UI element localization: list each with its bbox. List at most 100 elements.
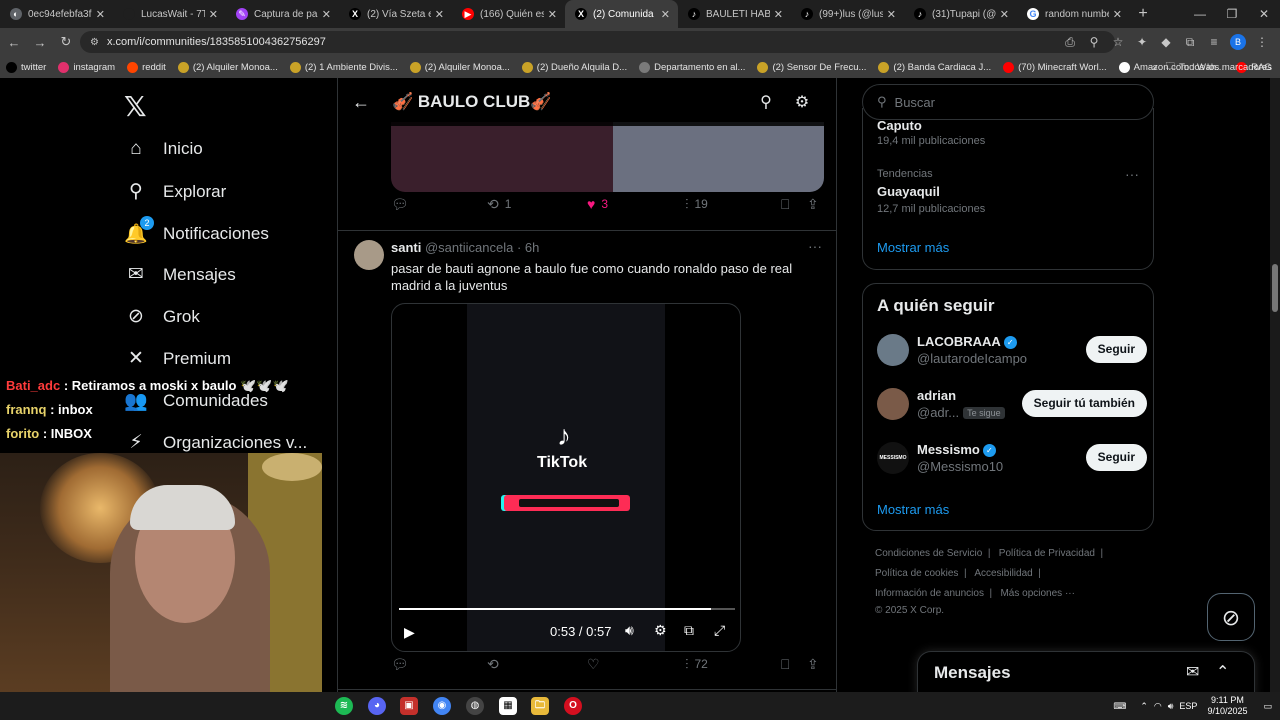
bookmark-item[interactable]: twitter: [6, 61, 46, 73]
notification-icon[interactable]: ▭: [1263, 701, 1272, 712]
close-tab-icon[interactable]: ✕: [1000, 8, 1009, 21]
footer-link[interactable]: Política de cookies: [875, 568, 958, 579]
footer-link[interactable]: Información de anuncios: [875, 588, 984, 599]
follow-suggestion[interactable]: adrian @adr... Te sigue Seguir tú también: [877, 388, 1147, 428]
more-options-link[interactable]: Más opciones ···: [1000, 588, 1074, 599]
install-icon[interactable]: ⎙: [1058, 35, 1082, 50]
browser-tab[interactable]: ✎ Captura de panta... ✕: [226, 0, 339, 28]
address-bar[interactable]: ⚙ x.com/i/communities/183585100436275629…: [80, 31, 1115, 53]
search-input[interactable]: ⚲ Buscar: [862, 84, 1154, 120]
close-tab-icon[interactable]: ✕: [96, 8, 105, 21]
follow-button[interactable]: Seguir: [1085, 444, 1147, 471]
language-indicator[interactable]: ESP: [1179, 701, 1197, 711]
media-image[interactable]: [613, 122, 824, 192]
avatar[interactable]: [877, 334, 909, 366]
close-tab-icon[interactable]: ✕: [435, 8, 444, 21]
profile-avatar[interactable]: B: [1230, 34, 1246, 50]
sidebar-item-explorar[interactable]: ⚲ Explorar: [124, 180, 226, 203]
reply-button[interactable]: 💬︎: [391, 656, 415, 673]
picture-in-picture-icon[interactable]: ⧉: [684, 622, 694, 639]
user-name[interactable]: Messismo ✓: [917, 442, 996, 457]
forward-icon[interactable]: →: [28, 35, 52, 50]
extensions-puzzle-icon[interactable]: ⧉: [1178, 35, 1202, 50]
media-image[interactable]: [391, 122, 613, 192]
browser-tab[interactable]: LucasWait - 7TV ✕: [113, 0, 226, 28]
sidebar-item-notificaciones[interactable]: 🔔 2 Notificaciones: [124, 216, 269, 246]
retweet-button[interactable]: ⟲ 1: [487, 196, 511, 213]
views-button[interactable]: ⫶ 72: [685, 656, 708, 673]
avatar[interactable]: [877, 388, 909, 420]
kebab-menu-icon[interactable]: ⋮: [1250, 35, 1274, 49]
volume-icon[interactable]: 🔊︎: [625, 622, 634, 639]
browser-tab[interactable]: X (2) Comunida ✕: [565, 0, 678, 28]
discord-icon[interactable]: ◕: [368, 697, 386, 715]
spotify-icon[interactable]: ≋: [335, 697, 353, 715]
views-button[interactable]: ⫶ 19: [685, 196, 708, 213]
extension-icon[interactable]: ◆: [1154, 35, 1178, 49]
new-tab-icon[interactable]: +: [1130, 5, 1156, 23]
bookmark-item[interactable]: (2) 1 Ambiente Divis...: [289, 61, 398, 73]
user-name[interactable]: LACOBRAAA ✓: [917, 334, 1017, 349]
volume-icon[interactable]: 🔊︎: [1168, 701, 1174, 712]
more-options-icon[interactable]: ···: [1125, 166, 1139, 182]
bookmark-button[interactable]: ⎕: [781, 656, 795, 673]
show-more-link[interactable]: Mostrar más: [877, 502, 949, 517]
keyboard-icon[interactable]: ⌨: [1113, 701, 1126, 712]
file-explorer-icon[interactable]: 🗀: [531, 697, 549, 715]
app-icon[interactable]: ▣: [400, 697, 418, 715]
video-progress-bar[interactable]: [399, 608, 735, 610]
browser-tab[interactable]: ♪ BAULETI HABLA C... ✕: [678, 0, 791, 28]
chevron-right-icon[interactable]: »: [1152, 62, 1157, 73]
share-button[interactable]: ⇪: [807, 196, 825, 213]
network-icon[interactable]: ◠: [1154, 701, 1162, 712]
browser-tab[interactable]: X (2) Vía Szeta en X ✕: [339, 0, 452, 28]
close-tab-icon[interactable]: ✕: [322, 8, 331, 21]
search-icon[interactable]: ⚲: [748, 92, 784, 112]
footer-link[interactable]: Condiciones de Servicio: [875, 548, 982, 559]
browser-tab[interactable]: ♪ (99+)lus (@luslag... ✕: [791, 0, 904, 28]
footer-link[interactable]: Política de Privacidad: [999, 548, 1095, 559]
sidebar-item-inicio[interactable]: ⌂ Inicio: [124, 138, 202, 160]
browser-tab[interactable]: ♪ (31)Tupapi (@ieg... ✕: [904, 0, 1017, 28]
back-arrow-icon[interactable]: ←: [338, 92, 384, 113]
restore-icon[interactable]: ❐: [1216, 0, 1248, 28]
follow-suggestion[interactable]: MESSISMO Messismo ✓ @Messismo10 Seguir: [877, 442, 1147, 482]
clock[interactable]: 9:11 PM 9/10/2025: [1207, 695, 1247, 717]
bookmark-item[interactable]: reddit: [127, 61, 166, 73]
bookmark-item[interactable]: instagram: [58, 61, 115, 73]
more-options-icon[interactable]: ···: [808, 238, 822, 254]
minimize-icon[interactable]: —: [1184, 0, 1216, 28]
bookmark-item[interactable]: (2) Sensor De Frecu...: [757, 61, 866, 73]
avatar[interactable]: [354, 240, 384, 270]
author-handle[interactable]: @santiicancela: [425, 240, 513, 255]
reply-button[interactable]: 💬︎: [391, 196, 415, 213]
messages-drawer[interactable]: Mensajes ✉ ⌃: [917, 651, 1255, 692]
opera-icon[interactable]: O: [564, 697, 582, 715]
sidebar-item-premium[interactable]: ✕ Premium: [124, 347, 231, 370]
bookmark-button[interactable]: ⎕: [781, 196, 795, 213]
fullscreen-icon[interactable]: ⤢: [714, 622, 725, 639]
expand-up-icon[interactable]: ⌃: [1216, 662, 1229, 682]
bookmark-item[interactable]: (2) Alquiler Monoa...: [409, 61, 510, 73]
sidebar-item-grok[interactable]: ⊘ Grok: [124, 305, 200, 328]
trend-title[interactable]: Guayaquil: [877, 184, 940, 199]
follow-suggestion[interactable]: LACOBRAAA ✓ @lautarodeIcampo Seguir: [877, 334, 1147, 374]
settings-gear-icon[interactable]: ⚙: [654, 622, 667, 639]
previous-tweet-media[interactable]: [391, 122, 824, 192]
video-player[interactable]: ♪ TikTok ▶ 0:53 / 0:57 🔊︎ ⚙ ⧉ ⤢: [391, 303, 741, 652]
show-more-link[interactable]: Mostrar más: [877, 240, 949, 255]
settings-gear-icon[interactable]: ⚙: [784, 92, 820, 112]
trend-title[interactable]: Caputo: [877, 118, 922, 133]
bookmark-item[interactable]: (2) Alquiler Monoa...: [177, 61, 278, 73]
tweet-timestamp[interactable]: 6h: [525, 240, 539, 255]
share-button[interactable]: ⇪: [807, 656, 825, 673]
extension-icon[interactable]: ✦: [1130, 35, 1154, 49]
obs-icon[interactable]: ◍: [466, 697, 484, 715]
close-window-icon[interactable]: ✕: [1248, 0, 1280, 28]
follow-button[interactable]: Seguir tú también: [1021, 390, 1147, 417]
capcut-icon[interactable]: ▦: [499, 697, 517, 715]
bookmark-star-icon[interactable]: ☆: [1106, 35, 1130, 49]
all-bookmarks[interactable]: » 🗀 Todos los marcadores: [1152, 56, 1272, 78]
follow-button[interactable]: Seguir: [1085, 336, 1147, 363]
reload-icon[interactable]: ↻: [54, 34, 78, 50]
